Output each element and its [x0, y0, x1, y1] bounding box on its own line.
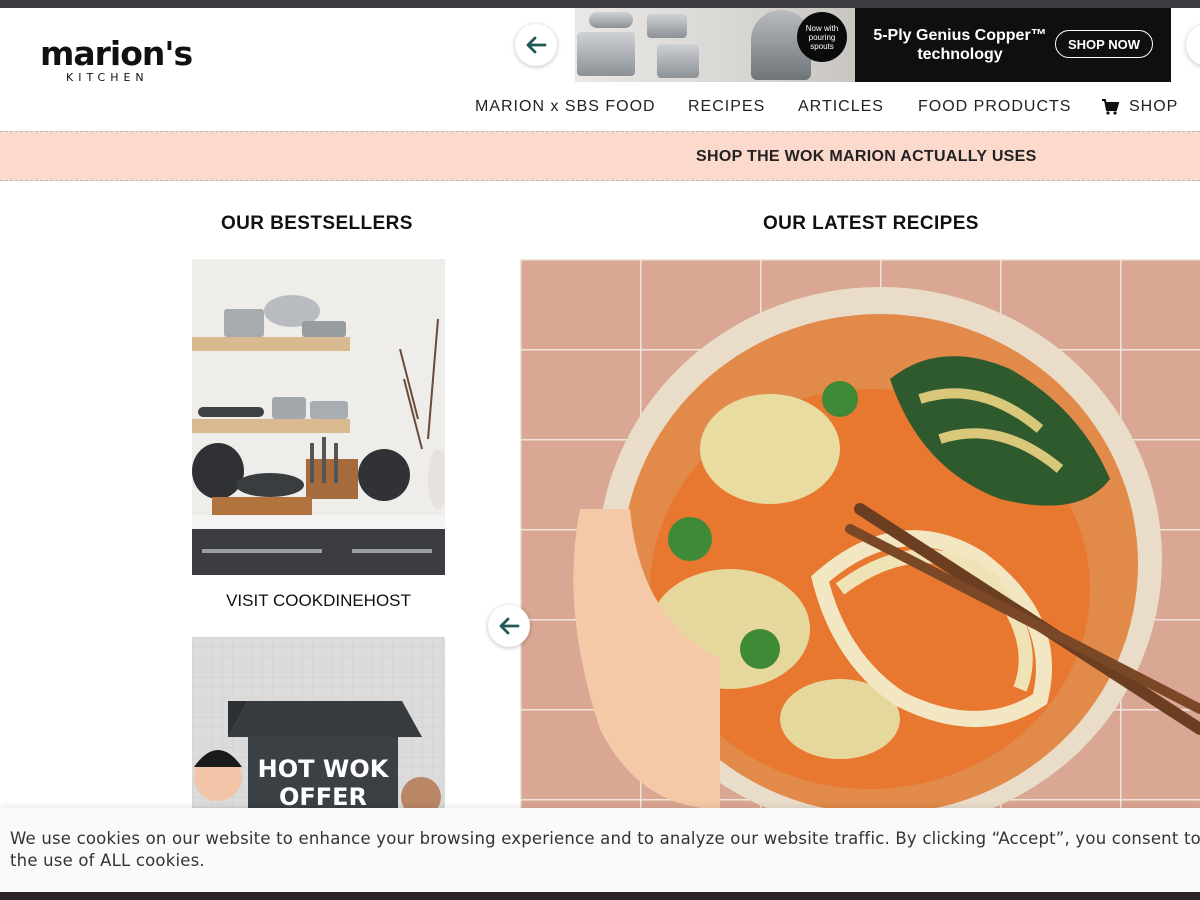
latest-recipes-heading: OUR LATEST RECIPES: [763, 213, 979, 234]
ad-next-button[interactable]: [1186, 24, 1200, 66]
bestseller-cookware-image[interactable]: [192, 259, 445, 575]
site-logo[interactable]: marion's KITCHEN: [40, 34, 193, 88]
visit-cookdinehost-link[interactable]: VISIT COOKDINEHOST: [192, 591, 445, 611]
latest-recipe-image[interactable]: [520, 259, 1200, 809]
ad-headline: 5-Ply Genius Copper™ technology: [873, 27, 1047, 63]
hot-wok-offer-line2: OFFER: [278, 783, 368, 809]
promo-text[interactable]: SHOP THE WOK MARION ACTUALLY USES: [696, 148, 1037, 166]
recipes-prev-button[interactable]: [488, 605, 530, 647]
arrow-left-icon: [499, 617, 520, 635]
cookie-text: We use cookies on our website to enhance…: [10, 829, 1200, 870]
bestsellers-heading: OUR BESTSELLERS: [221, 213, 413, 234]
cookie-banner: We use cookies on our website to enhance…: [0, 808, 1200, 892]
nav-item-food-products[interactable]: FOOD PRODUCTS: [918, 98, 1071, 116]
promo-banner[interactable]: SHOP THE WOK MARION ACTUALLY USES: [0, 131, 1200, 181]
ad-banner[interactable]: Now with pouring spouts 5-Ply Genius Cop…: [575, 8, 1171, 82]
arrow-left-icon: [526, 36, 547, 54]
bottom-strip: [0, 892, 1200, 900]
hot-wok-offer-image[interactable]: HOT WOK OFFER: [192, 637, 445, 809]
nav-item-marion-sbs-food[interactable]: MARION x SBS FOOD: [475, 98, 656, 116]
nav-item-shop[interactable]: SHOP: [1129, 98, 1178, 116]
logo-wordmark: marion's: [40, 34, 193, 73]
ad-badge: Now with pouring spouts: [797, 12, 847, 62]
cart-icon[interactable]: [1101, 99, 1120, 120]
nav-item-articles[interactable]: ARTICLES: [798, 98, 884, 116]
logo-subtitle: KITCHEN: [66, 71, 149, 84]
hot-wok-offer-line1: HOT WOK: [257, 755, 389, 783]
ad-prev-button[interactable]: [515, 24, 557, 66]
ad-shop-now-button[interactable]: SHOP NOW: [1055, 30, 1153, 58]
nav-item-recipes[interactable]: RECIPES: [688, 98, 765, 116]
browser-top-bar: [0, 0, 1200, 8]
